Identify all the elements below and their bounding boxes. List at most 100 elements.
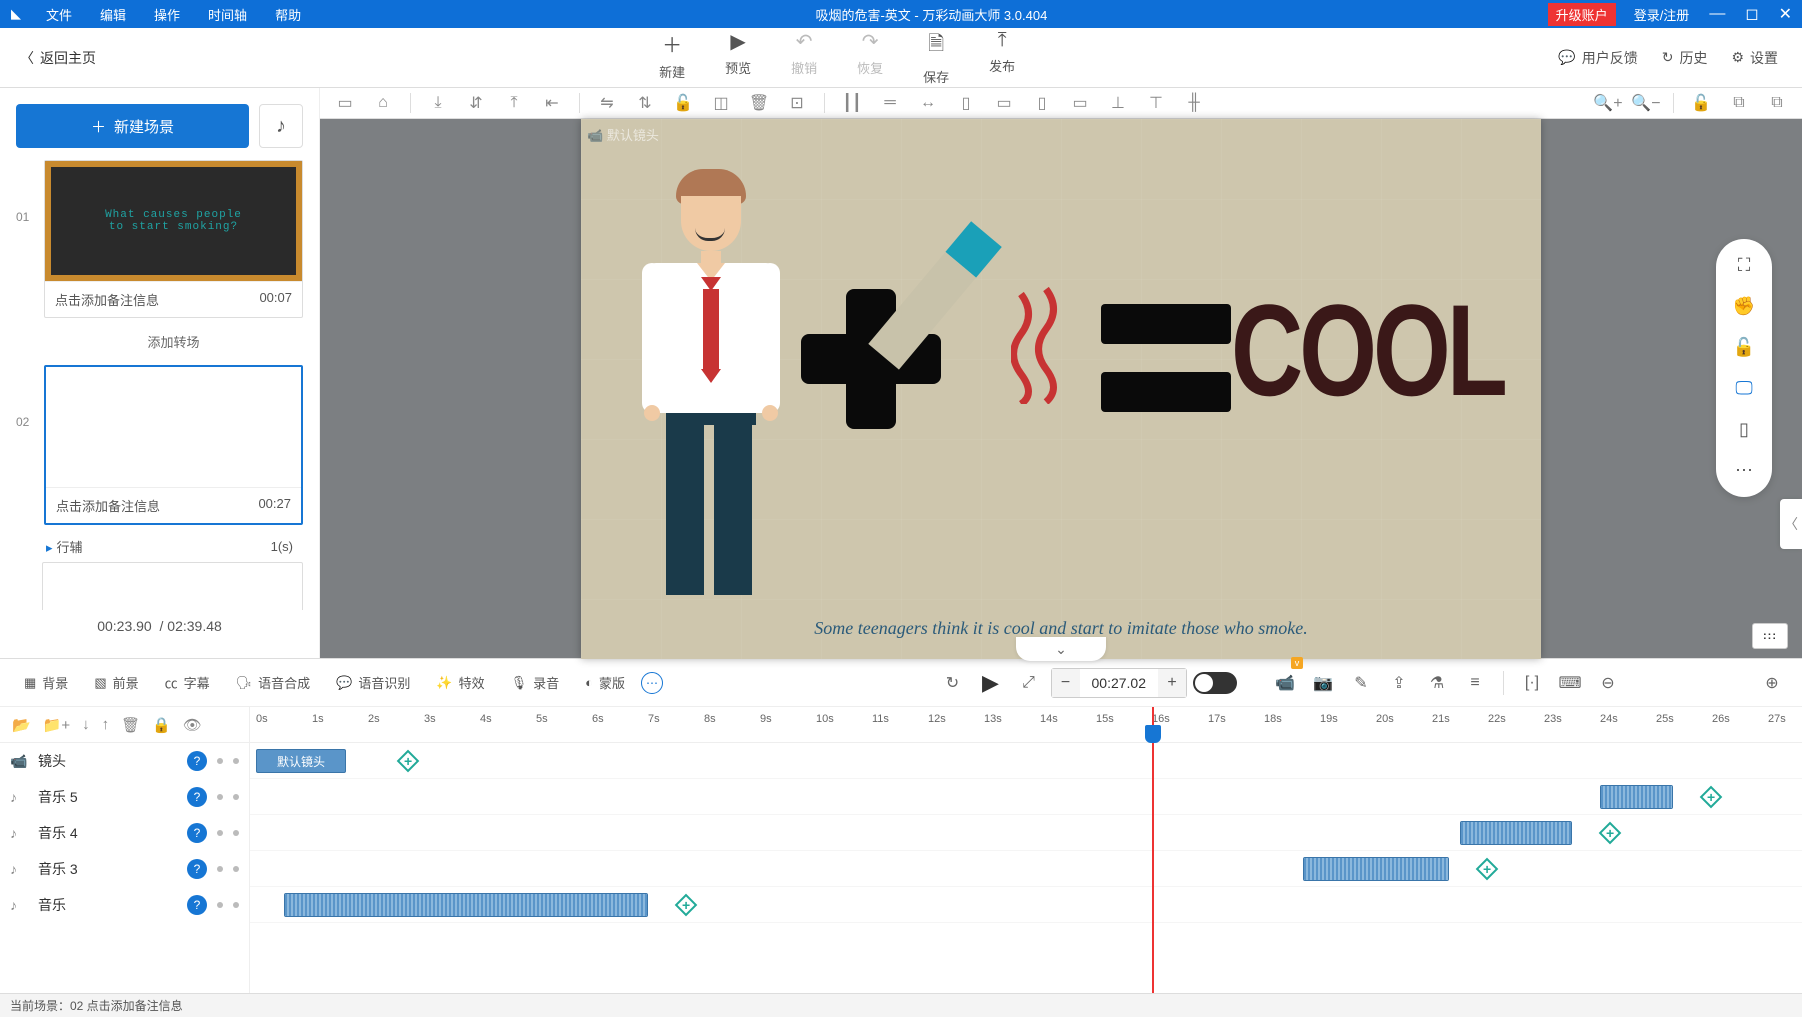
action-row[interactable]: ▸行辅1(s) <box>16 531 303 562</box>
dist-v-icon[interactable]: ═ <box>875 88 905 118</box>
export-icon[interactable]: ⇪ <box>1383 667 1415 699</box>
audio-clip[interactable] <box>1460 821 1572 845</box>
feedback-button[interactable]: 💬用户反馈 <box>1558 48 1637 68</box>
person-graphic[interactable] <box>641 169 781 549</box>
crop-icon[interactable]: ◫ <box>706 88 736 118</box>
smoke-graphic[interactable] <box>1011 284 1061 404</box>
mobile-icon[interactable]: ▯ <box>1739 419 1749 440</box>
screen-icon[interactable]: 🖵 <box>1735 378 1752 399</box>
unlock-icon[interactable]: 🔓 <box>1686 88 1716 118</box>
audio-clip[interactable] <box>1303 857 1449 881</box>
align-bottom-icon[interactable]: ⤓ <box>423 88 453 118</box>
track-header-music3[interactable]: ♪音乐 3? <box>0 851 249 887</box>
align3-icon[interactable]: ▯ <box>1027 88 1057 118</box>
center-icon[interactable]: ⊡ <box>782 88 812 118</box>
bracket-icon[interactable]: [·] <box>1516 667 1548 699</box>
cc-button[interactable]: ::: <box>1752 623 1788 649</box>
align1-icon[interactable]: ▯ <box>951 88 981 118</box>
fg-button[interactable]: ▧前景 <box>84 667 148 699</box>
zoom-out-icon[interactable]: 🔍− <box>1631 88 1661 118</box>
add-keyframe-button[interactable] <box>1599 822 1622 845</box>
fit-icon[interactable]: ⛶ <box>1738 255 1751 276</box>
new-scene-button[interactable]: ＋新建场景 <box>16 104 249 148</box>
side-collapse-button[interactable]: 〈 <box>1780 499 1802 549</box>
caption-text[interactable]: Some teenagers think it is cool and star… <box>581 618 1541 639</box>
rewind-icon[interactable]: ↻ <box>937 667 969 699</box>
scene-thumb[interactable]: What causes people to start smoking? <box>45 161 302 281</box>
more-round-icon[interactable]: ⋯ <box>641 672 663 694</box>
flip-h-icon[interactable]: ⇋ <box>592 88 622 118</box>
keyboard-icon[interactable]: ⌨ <box>1554 667 1586 699</box>
time-plus-button[interactable]: + <box>1158 669 1186 697</box>
copy-icon[interactable]: ⧉ <box>1724 88 1754 118</box>
flip-v-icon[interactable]: ⇅ <box>630 88 660 118</box>
add-transition-button[interactable]: 添加转场 <box>16 324 303 365</box>
align2-icon[interactable]: ▭ <box>989 88 1019 118</box>
help-icon[interactable]: ? <box>187 859 207 879</box>
asr-button[interactable]: 💬语音识别 <box>326 667 420 699</box>
scene-item-02[interactable]: 02 ✚ § = COOL 点击添加备注信息00:27 <box>16 365 303 525</box>
folder-add-icon[interactable]: 📁+ <box>43 716 70 734</box>
minus-circle-icon[interactable]: ⊖ <box>1592 667 1624 699</box>
audio-clip[interactable] <box>1600 785 1673 809</box>
track-music3[interactable] <box>250 851 1802 887</box>
preview-button[interactable]: ▶预览 <box>725 29 751 86</box>
align-vcenter-icon[interactable]: ⇵ <box>461 88 491 118</box>
help-icon[interactable]: ? <box>187 823 207 843</box>
canvas[interactable]: 📹 默认镜头 COOL Some teenagers think it is c… <box>581 119 1541 659</box>
layer-icon[interactable]: ▭ <box>330 88 360 118</box>
slider-icon[interactable]: ≡ <box>1459 667 1491 699</box>
add-keyframe-button[interactable] <box>1699 786 1722 809</box>
bg-button[interactable]: ▦背景 <box>14 667 78 699</box>
minimize-button[interactable]: — <box>1699 5 1735 23</box>
upgrade-button[interactable]: 升级账户 <box>1548 3 1616 26</box>
edit-icon[interactable]: ✎ <box>1345 667 1377 699</box>
home-icon[interactable]: ⌂ <box>368 88 398 118</box>
menu-help[interactable]: 帮助 <box>261 5 315 24</box>
align6-icon[interactable]: ⊤ <box>1141 88 1171 118</box>
align5-icon[interactable]: ⊥ <box>1103 88 1133 118</box>
track-music[interactable] <box>250 887 1802 923</box>
help-icon[interactable]: ? <box>187 751 207 771</box>
snapshot-icon[interactable]: 📷 <box>1307 667 1339 699</box>
scene-note[interactable]: 点击添加备注信息 <box>55 290 159 309</box>
new-button[interactable]: ＋新建 <box>659 29 685 86</box>
align4-icon[interactable]: ▭ <box>1065 88 1095 118</box>
back-home-button[interactable]: 〈 返回主页 <box>0 48 116 68</box>
audio-clip[interactable] <box>284 893 648 917</box>
track-header-music4[interactable]: ♪音乐 4? <box>0 815 249 851</box>
track-shot[interactable]: 默认镜头 <box>250 743 1802 779</box>
trash-icon[interactable]: 🗑 <box>121 716 140 734</box>
tts-button[interactable]: 🗣语音合成 <box>226 667 321 699</box>
toggle-switch[interactable] <box>1193 672 1237 694</box>
history-button[interactable]: ↻历史 <box>1662 48 1708 68</box>
timeline-tracks[interactable]: 0s1s2s3s4s5s6s7s8s9s10s11s12s13s14s15s16… <box>250 707 1802 993</box>
expand-icon[interactable]: ⤢ <box>1013 667 1045 699</box>
equals-graphic[interactable] <box>1101 304 1231 414</box>
add-keyframe-button[interactable] <box>1475 858 1498 881</box>
camera-button[interactable]: 📹v <box>1269 667 1301 699</box>
lock-icon[interactable]: 🔓 <box>668 88 698 118</box>
undo-button[interactable]: ↶撤销 <box>791 29 817 86</box>
ruler[interactable]: 0s1s2s3s4s5s6s7s8s9s10s11s12s13s14s15s16… <box>250 707 1802 743</box>
record-button[interactable]: 🎙录音 <box>501 667 570 699</box>
dropdown-tab[interactable]: ⌄ <box>1016 637 1106 661</box>
track-header-music[interactable]: ♪音乐? <box>0 887 249 923</box>
filter-icon[interactable]: ⚗ <box>1421 667 1453 699</box>
add-track-icon[interactable]: ⊕ <box>1756 667 1788 699</box>
cool-text[interactable]: COOL <box>1231 277 1504 427</box>
paste-icon[interactable]: ⧉ <box>1762 88 1792 118</box>
align-top-icon[interactable]: ⤒ <box>499 88 529 118</box>
more-icon[interactable]: ⋯ <box>1735 460 1753 481</box>
zoom-in-icon[interactable]: 🔍+ <box>1593 88 1623 118</box>
publish-button[interactable]: ⤒发布 <box>989 29 1015 86</box>
align-left-icon[interactable]: ⇤ <box>537 88 567 118</box>
track-music4[interactable] <box>250 815 1802 851</box>
settings-button[interactable]: ⚙设置 <box>1731 48 1778 68</box>
scene-item-01[interactable]: 01 What causes people to start smoking? … <box>16 160 303 318</box>
lock3-icon[interactable]: 🔒 <box>152 716 171 734</box>
fx-button[interactable]: ✨特效 <box>426 667 494 699</box>
track-header-shot[interactable]: 📹镜头? <box>0 743 249 779</box>
track-music5[interactable] <box>250 779 1802 815</box>
menu-timeline[interactable]: 时间轴 <box>194 5 261 24</box>
